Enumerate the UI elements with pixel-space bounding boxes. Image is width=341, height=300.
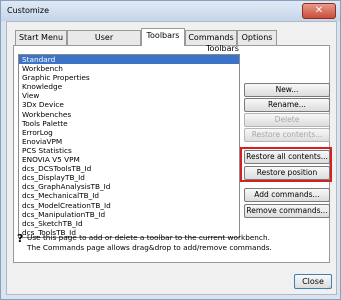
list-item[interactable]: dcs_DCSToolsTB_Id: [19, 164, 239, 173]
list-item[interactable]: 3Dx Device: [19, 100, 239, 109]
tab-commands[interactable]: Commands: [185, 30, 237, 45]
list-item[interactable]: Graphic Properties: [19, 73, 239, 82]
list-item[interactable]: Knowledge: [19, 82, 239, 91]
resize-grip-icon[interactable]: ⋰: [326, 283, 333, 291]
list-item[interactable]: dcs_ManipulationTB_Id: [19, 210, 239, 219]
tab-toolbars[interactable]: Toolbars: [141, 28, 185, 46]
list-item[interactable]: Tools Palette: [19, 119, 239, 128]
dialog-client: Start Menu User Workbenches Toolbars Com…: [6, 21, 337, 295]
window-title: Customize: [7, 6, 49, 15]
toolbar-list[interactable]: Standard Workbench Graphic Properties Knowl…: [18, 54, 240, 238]
list-item[interactable]: dcs_SketchTB_Id: [19, 219, 239, 228]
customize-window: Customize ✕ Start Menu User Workbenches …: [0, 0, 341, 300]
delete-button[interactable]: Delete: [244, 113, 330, 127]
tab-options[interactable]: Options: [237, 30, 277, 45]
toolbars-panel: Standard Workbench Graphic Properties Knowl…: [13, 45, 332, 263]
remove-commands-button[interactable]: Remove commands...: [244, 204, 330, 218]
help-icon: ?: [17, 232, 24, 245]
toolbars-group-label: Toolbars: [206, 44, 239, 53]
list-item[interactable]: PCS Statistics: [19, 146, 239, 155]
list-item[interactable]: Standard: [19, 55, 239, 65]
tab-start-menu[interactable]: Start Menu: [15, 30, 67, 45]
new-button[interactable]: New...: [244, 83, 330, 97]
list-item[interactable]: dcs_DisplayTB_Id: [19, 173, 239, 182]
tab-user-workbenches[interactable]: User Workbenches: [67, 30, 141, 56]
close-icon[interactable]: ✕: [302, 3, 336, 19]
list-item[interactable]: ErrorLog: [19, 128, 239, 137]
list-item[interactable]: dcs_MechanicalTB_Id: [19, 191, 239, 200]
list-item[interactable]: View: [19, 91, 239, 100]
help-text-line-1: Use this page to add or delete a toolbar…: [27, 233, 270, 242]
restore-contents-button[interactable]: Restore contents...: [244, 128, 330, 142]
list-item[interactable]: Workbenches: [19, 110, 239, 119]
list-item[interactable]: EnoviaVPM: [19, 137, 239, 146]
list-item[interactable]: dcs_GraphAnalysisTB_Id: [19, 182, 239, 191]
list-item[interactable]: Workbench: [19, 64, 239, 73]
title-bar[interactable]: Customize ✕: [1, 1, 340, 21]
help-text: Use this page to add or delete a toolbar…: [27, 233, 272, 253]
list-item[interactable]: ENOVIA V5 VPM: [19, 155, 239, 164]
highlight-annotation: [240, 147, 332, 182]
add-commands-button[interactable]: Add commands...: [244, 188, 330, 202]
list-item[interactable]: dcs_ModelCreationTB_Id: [19, 201, 239, 210]
help-text-line-2: The Commands page allows drag&drop to ad…: [27, 243, 272, 252]
rename-button[interactable]: Rename...: [244, 98, 330, 112]
